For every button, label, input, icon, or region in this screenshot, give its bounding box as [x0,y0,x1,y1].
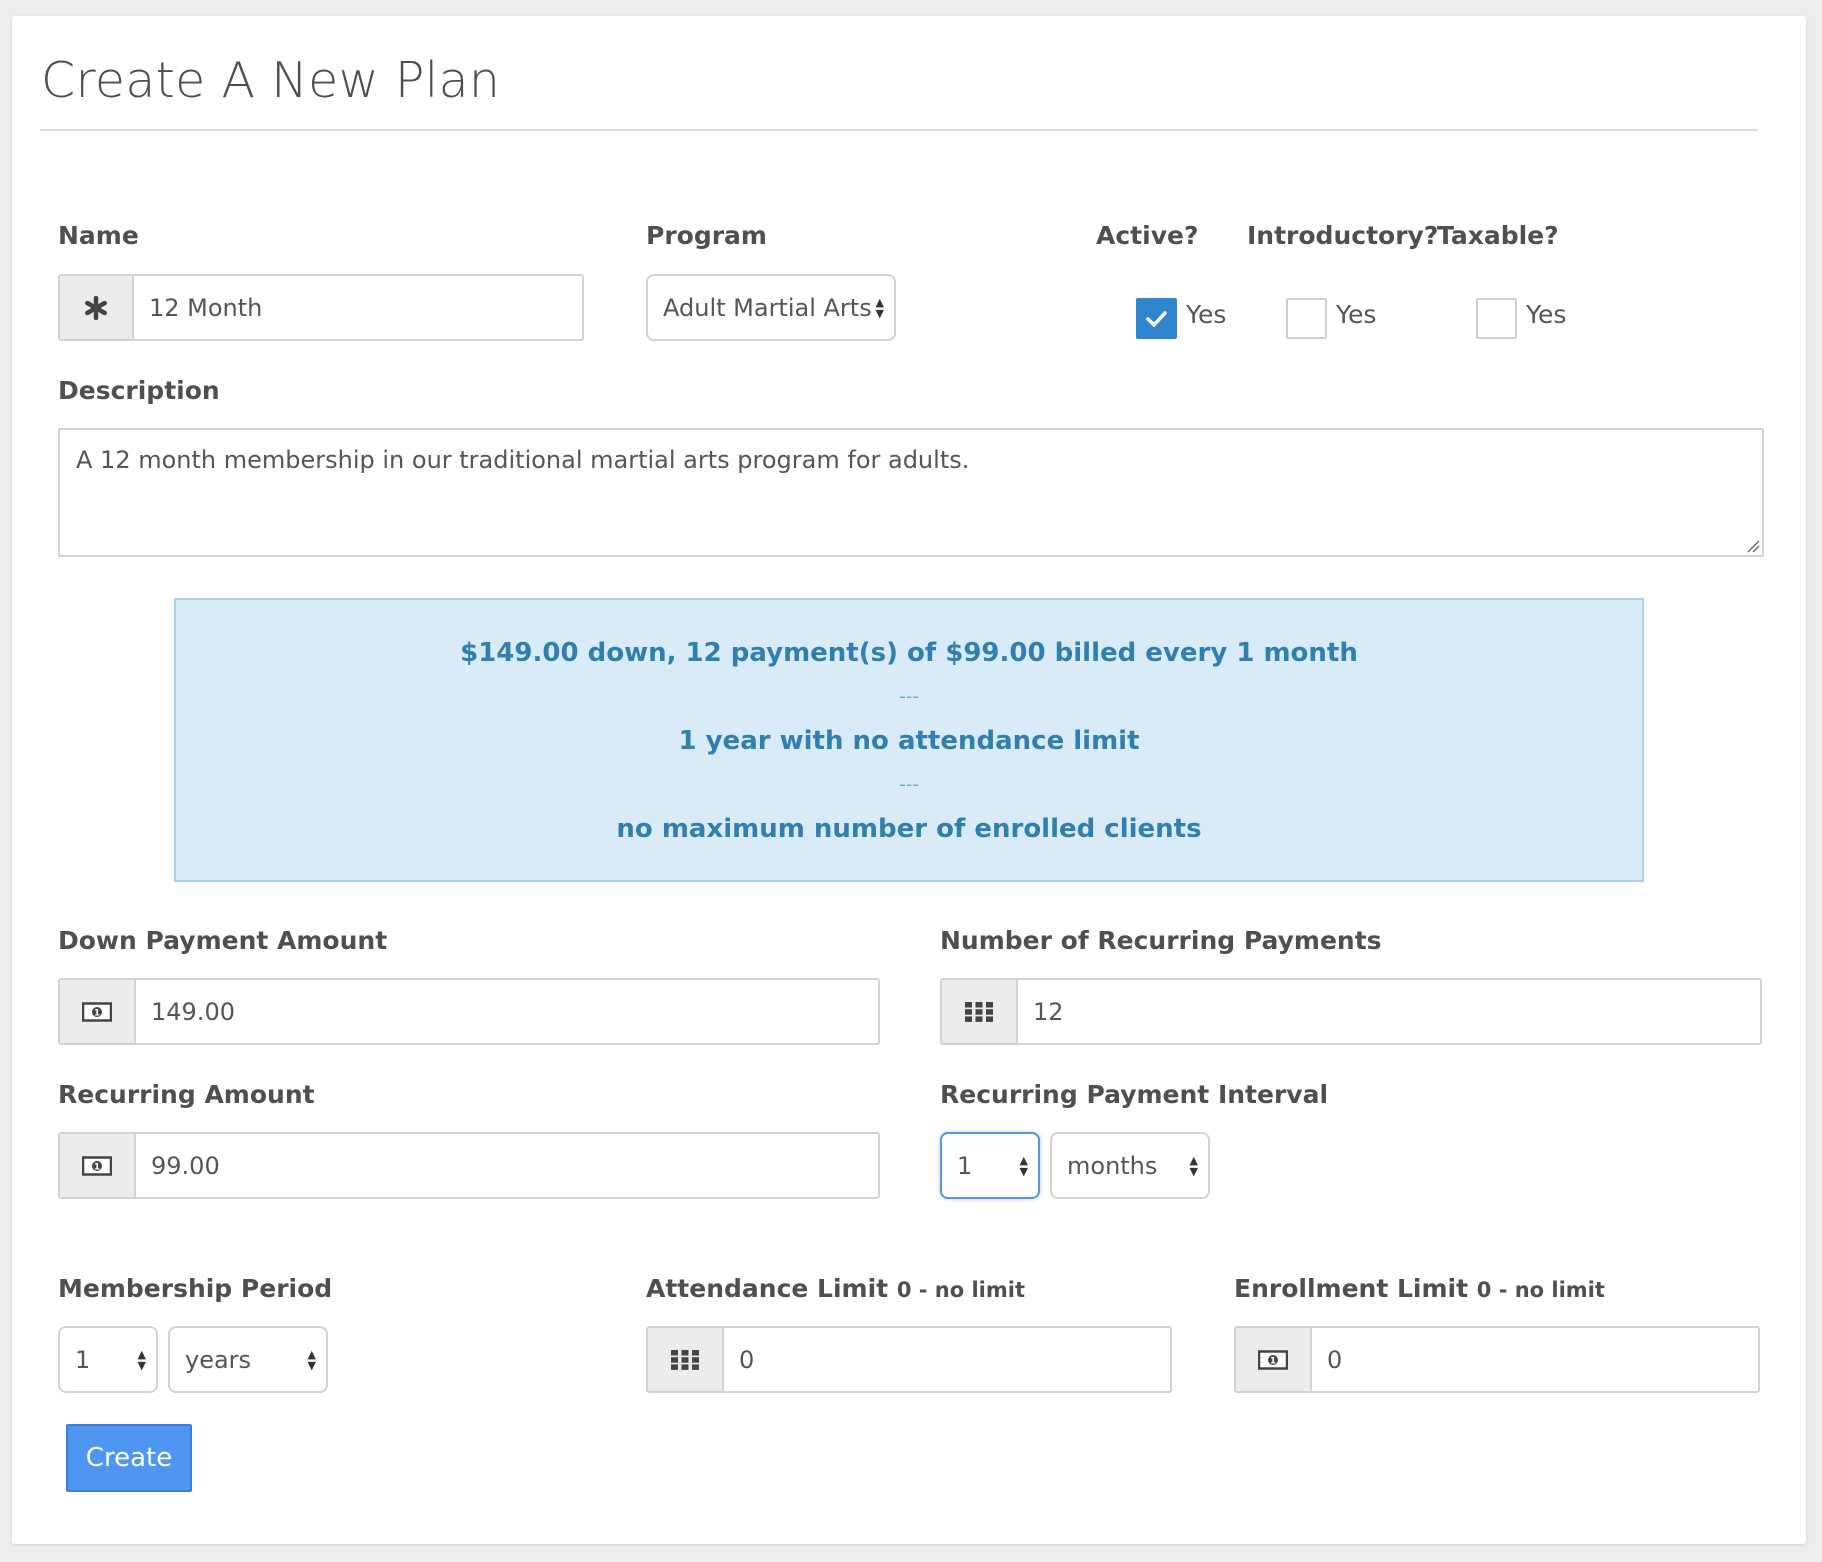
membership-period-unit-select[interactable]: years ▲ ▼ [168,1326,328,1393]
taxable-option-label: Yes [1526,300,1567,329]
recurring-interval-unit-value: months [1067,1151,1158,1180]
down-payment-label: Down Payment Amount [58,926,388,955]
introductory-option-label: Yes [1336,300,1377,329]
page-title: Create A New Plan [41,52,501,109]
recurring-amount-field[interactable]: 99.00 [136,1134,878,1197]
recurring-payments-field[interactable]: 12 [1018,980,1760,1043]
money-icon: 1 [60,1134,136,1197]
grid-icon [648,1328,724,1391]
summary-separator: --- [899,774,919,795]
enrollment-limit-label-text: Enrollment Limit [1234,1274,1469,1303]
down-payment-input-group: 1 149.00 [58,978,880,1045]
recurring-amount-label: Recurring Amount [58,1080,315,1109]
membership-period-count-value: 1 [75,1345,91,1374]
attendance-limit-hint: 0 - no limit [896,1278,1025,1302]
active-checkbox[interactable] [1136,298,1177,339]
name-label: Name [58,221,139,250]
money-icon: 1 [60,980,136,1043]
summary-payment-line: $149.00 down, 12 payment(s) of $99.00 bi… [460,638,1358,668]
resize-grip-icon[interactable] [1746,539,1760,553]
summary-enrollment-line: no maximum number of enrolled clients [616,814,1202,844]
title-divider [40,129,1758,131]
summary-separator: --- [899,686,919,707]
program-select-value: Adult Martial Arts [663,293,872,322]
name-input-group: 12 Month [58,274,584,341]
summary-period-line: 1 year with no attendance limit [678,726,1140,756]
enrollment-limit-label: Enrollment Limit 0 - no limit [1234,1274,1605,1304]
attendance-limit-label-text: Attendance Limit [646,1274,889,1303]
program-select[interactable]: Adult Martial Arts ▲ ▼ [646,274,896,341]
membership-period-count-select[interactable]: 1 ▲ ▼ [58,1326,158,1393]
select-arrows-icon: ▲ ▼ [1189,1153,1198,1178]
svg-text:1: 1 [1270,1356,1276,1366]
description-label: Description [58,376,220,405]
grid-icon [942,980,1018,1043]
attendance-limit-input-group: 0 [646,1326,1172,1393]
down-payment-field[interactable]: 149.00 [136,980,878,1043]
recurring-interval-count-select[interactable]: 1 ▲ ▼ [940,1132,1040,1199]
name-field[interactable]: 12 Month [134,276,582,339]
program-label: Program [646,221,767,250]
enrollment-limit-hint: 0 - no limit [1476,1278,1605,1302]
description-text: A 12 month membership in our traditional… [76,446,970,474]
select-arrows-icon: ▲ ▼ [875,295,884,320]
select-arrows-icon: ▲ ▼ [137,1347,146,1372]
svg-text:1: 1 [94,1162,100,1172]
asterisk-icon [60,276,134,339]
enrollment-limit-field[interactable]: 0 [1312,1328,1758,1391]
recurring-payments-label: Number of Recurring Payments [940,926,1382,955]
select-arrows-icon: ▲ ▼ [1019,1153,1028,1178]
active-label: Active? [1096,221,1199,250]
enrollment-limit-input-group: 1 0 [1234,1326,1760,1393]
svg-text:1: 1 [94,1008,100,1018]
taxable-label: Taxable? [1437,221,1559,250]
recurring-interval-count-value: 1 [957,1151,973,1180]
plan-summary-box: $149.00 down, 12 payment(s) of $99.00 bi… [174,598,1644,882]
attendance-limit-field[interactable]: 0 [724,1328,1170,1391]
recurring-amount-input-group: 1 99.00 [58,1132,880,1199]
active-option-label: Yes [1186,300,1227,329]
taxable-checkbox[interactable] [1476,298,1517,339]
description-textarea[interactable]: A 12 month membership in our traditional… [58,428,1764,557]
membership-period-unit-value: years [185,1345,252,1374]
recurring-interval-label: Recurring Payment Interval [940,1080,1329,1109]
create-button[interactable]: Create [66,1424,192,1492]
select-arrows-icon: ▲ ▼ [307,1347,316,1372]
recurring-interval-unit-select[interactable]: months ▲ ▼ [1050,1132,1210,1199]
introductory-label: Introductory? [1247,221,1439,250]
money-icon: 1 [1236,1328,1312,1391]
attendance-limit-label: Attendance Limit 0 - no limit [646,1274,1025,1304]
introductory-checkbox[interactable] [1286,298,1327,339]
recurring-payments-input-group: 12 [940,978,1762,1045]
checkmark-icon [1146,311,1167,327]
membership-period-label: Membership Period [58,1274,333,1303]
